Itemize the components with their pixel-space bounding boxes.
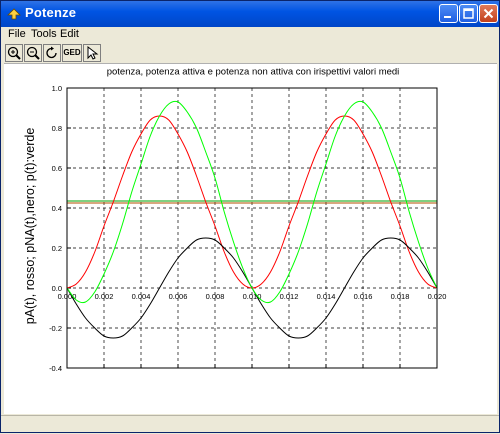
x-tick-label: 0.014 xyxy=(317,292,336,301)
y-tick-label: 1.0 xyxy=(52,84,62,93)
y-tick-label: 0.6 xyxy=(52,164,62,173)
menu-bar: File Tools Edit xyxy=(1,27,499,43)
title-bar[interactable]: Potenze xyxy=(1,1,499,27)
chart: potenza, potenza attiva e potenza non at… xyxy=(23,66,446,373)
x-tick-label: 0.016 xyxy=(354,292,373,301)
chart-title: potenza, potenza attiva e potenza non at… xyxy=(107,66,400,77)
menu-edit[interactable]: Edit xyxy=(60,28,79,40)
x-tick-label: 0.002 xyxy=(95,292,114,301)
pointer-icon xyxy=(87,45,99,60)
zoom-in-icon xyxy=(7,46,21,60)
minimize-button[interactable] xyxy=(439,4,458,23)
maximize-button[interactable] xyxy=(459,4,478,23)
graphics-canvas[interactable]: potenza, potenza attiva e potenza non at… xyxy=(4,63,497,414)
menu-file[interactable]: File xyxy=(8,28,26,40)
y-tick-label: 0.0 xyxy=(52,284,62,293)
x-tick-label: 0.004 xyxy=(132,292,151,301)
menu-tools[interactable]: Tools xyxy=(31,28,57,40)
close-icon xyxy=(483,8,494,19)
toolbar: GED xyxy=(1,43,499,63)
tick-labels: 0.000 0.002 0.004 0.006 0.008 0.010 0.012 0.014… xyxy=(49,84,446,373)
rotate-icon xyxy=(46,46,57,59)
status-bar xyxy=(1,415,499,434)
rotate-button[interactable] xyxy=(43,44,61,62)
minimize-icon xyxy=(444,16,451,18)
geo-button[interactable]: GED xyxy=(62,44,82,62)
x-tick-label: 0.008 xyxy=(206,292,225,301)
x-tick-label: 0.012 xyxy=(280,292,299,301)
app-icon xyxy=(7,8,21,20)
y-tick-label: 0.8 xyxy=(52,124,62,133)
y-tick-label: 0.2 xyxy=(52,244,62,253)
app-window: Potenze File Tools Edit GED potenza, pot… xyxy=(0,0,500,433)
y-tick-label: 0.4 xyxy=(52,204,62,213)
pointer-button[interactable] xyxy=(83,44,101,62)
close-button[interactable] xyxy=(479,4,498,23)
x-tick-label: 0.018 xyxy=(391,292,410,301)
maximize-icon xyxy=(463,8,474,19)
zoom-in-button[interactable] xyxy=(5,44,23,62)
y-axis-label: pA(t), rosso; pNA(t),nero; p(t):verde xyxy=(23,128,37,325)
zoom-out-button[interactable] xyxy=(24,44,42,62)
window-title: Potenze xyxy=(25,5,77,20)
y-tick-label: -0.2 xyxy=(49,324,62,333)
grid xyxy=(66,87,438,369)
zoom-out-icon xyxy=(26,46,40,60)
y-tick-label: -0.4 xyxy=(49,364,62,373)
x-tick-label: 0.006 xyxy=(169,292,188,301)
